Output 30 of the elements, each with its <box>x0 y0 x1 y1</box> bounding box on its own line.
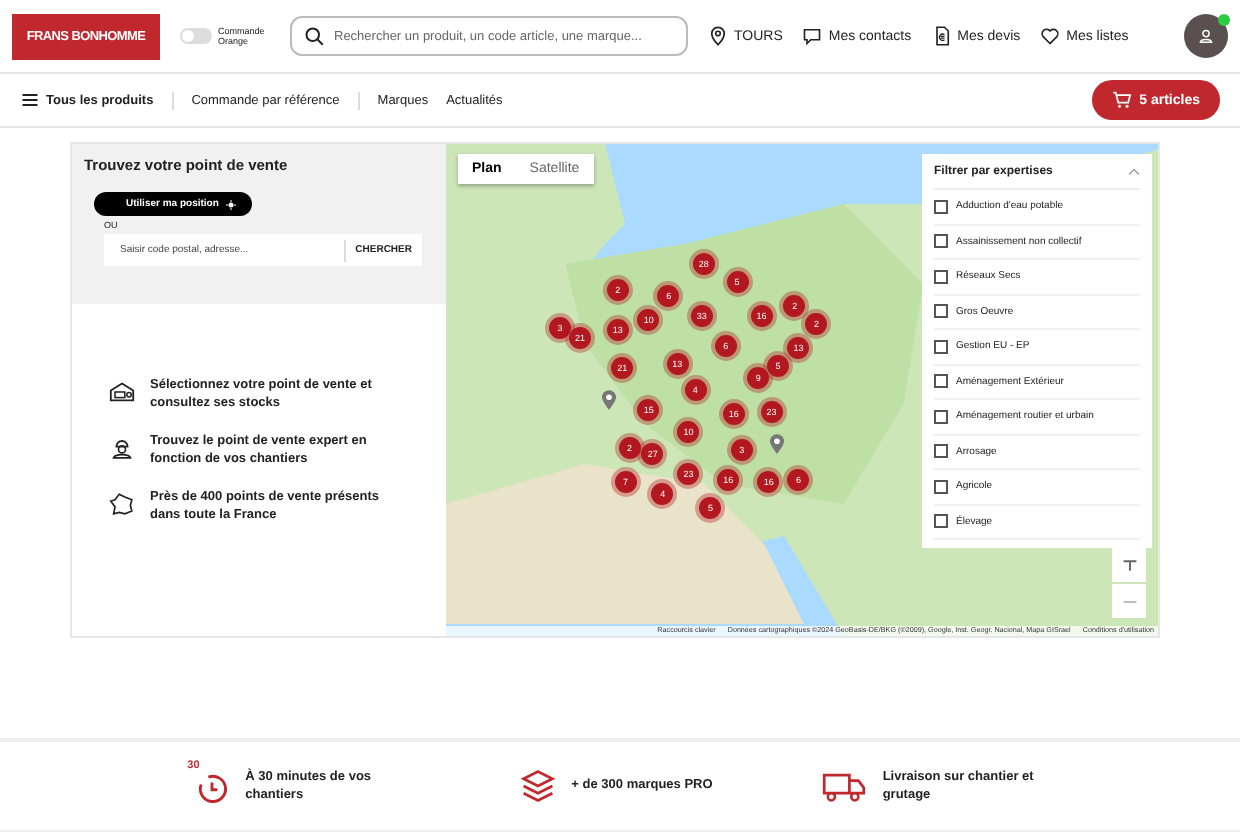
location-pin-icon <box>708 26 728 46</box>
chat-bubble-icon <box>802 26 823 46</box>
search-icon <box>304 26 324 46</box>
truck-icon <box>822 768 867 804</box>
checkbox[interactable] <box>934 514 948 529</box>
france-map-icon <box>108 492 136 517</box>
document-euro-icon <box>931 26 952 46</box>
toggle-switch[interactable] <box>180 28 212 44</box>
worker-icon <box>108 436 136 461</box>
checkbox[interactable] <box>934 339 948 354</box>
cart-icon <box>1111 90 1132 110</box>
crosshair-icon <box>226 199 237 209</box>
layers-icon <box>519 768 556 804</box>
person-icon <box>1196 26 1216 46</box>
store-icon <box>108 380 136 404</box>
checkbox[interactable] <box>934 444 948 459</box>
map-pin-icon[interactable] <box>602 390 617 410</box>
heart-icon <box>1040 26 1061 46</box>
zoom-in-button[interactable] <box>1112 548 1146 582</box>
checkbox[interactable] <box>934 374 948 389</box>
chevron-icon[interactable] <box>1128 167 1140 175</box>
checkbox[interactable] <box>934 269 948 284</box>
checkbox[interactable] <box>934 199 948 214</box>
user-avatar[interactable] <box>1184 14 1228 58</box>
menu-icon <box>20 90 40 110</box>
checkbox[interactable] <box>934 479 948 494</box>
checkbox[interactable] <box>934 234 948 249</box>
map-pin-icon[interactable] <box>769 434 784 455</box>
checkbox[interactable] <box>934 304 948 319</box>
checkbox[interactable] <box>934 409 948 424</box>
